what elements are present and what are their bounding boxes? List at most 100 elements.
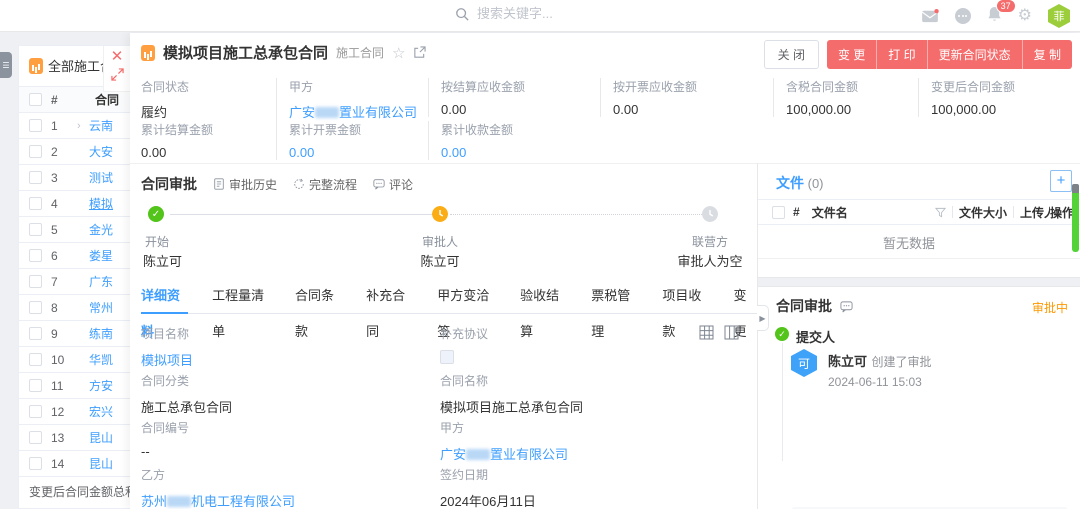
row-checkbox[interactable]: [29, 223, 42, 236]
tab-boq[interactable]: 工程量清单: [212, 278, 271, 314]
files-col-size: 文件大小: [959, 204, 1007, 221]
full-process-link[interactable]: 完整流程: [293, 176, 357, 193]
table-row[interactable]: 5 金光: [19, 217, 130, 243]
notifications[interactable]: 37: [987, 6, 1002, 27]
search-input[interactable]: [477, 6, 627, 21]
tab-terms[interactable]: 合同条款: [295, 278, 342, 314]
table-row[interactable]: 10 华凯: [19, 347, 130, 373]
open-external-icon[interactable]: [413, 46, 426, 59]
party-a-link[interactable]: 广安置业有限公司: [289, 105, 417, 120]
sidebar-expand-handle[interactable]: ☰: [0, 52, 12, 78]
close-button[interactable]: 关 闭: [764, 40, 819, 69]
approval-history-link[interactable]: 审批历史: [213, 176, 277, 193]
page-scrollbar[interactable]: [1072, 184, 1079, 252]
contract-link[interactable]: 昆山: [89, 455, 113, 472]
mail-icon[interactable]: [921, 9, 939, 23]
row-checkbox[interactable]: [29, 379, 42, 392]
print-button[interactable]: 打 印: [876, 40, 926, 69]
table-row[interactable]: 4 模拟: [19, 191, 130, 217]
contract-link[interactable]: 常州: [89, 299, 113, 316]
table-row[interactable]: 6 娄星: [19, 243, 130, 269]
row-checkbox[interactable]: [29, 405, 42, 418]
tab-project-receipt[interactable]: 项目收款: [662, 278, 709, 314]
collapse-right-panel-handle[interactable]: ▶: [757, 305, 769, 331]
close-panel-icon[interactable]: ✕: [111, 46, 124, 68]
tab-detail-info[interactable]: 详细资料: [141, 278, 188, 314]
party-b-link[interactable]: 苏州机电工程有限公司: [141, 494, 295, 509]
change-button[interactable]: 变 更: [827, 40, 876, 69]
row-index: 1: [51, 119, 77, 133]
chat-icon[interactable]: [955, 8, 971, 24]
row-checkbox[interactable]: [29, 171, 42, 184]
contract-link[interactable]: 娄星: [89, 247, 113, 264]
approval-status-badge: 审批中: [1032, 299, 1068, 316]
history-doc-icon: [213, 178, 225, 190]
row-index: 4: [51, 197, 77, 211]
favorite-star-icon[interactable]: ☆: [392, 44, 405, 62]
contract-link-selected[interactable]: 模拟: [89, 195, 113, 212]
row-checkbox[interactable]: [29, 457, 42, 470]
user-avatar[interactable]: 菲: [1048, 4, 1070, 28]
contract-link[interactable]: 金光: [89, 221, 113, 238]
contract-link[interactable]: 测试: [89, 169, 113, 186]
contract-link[interactable]: 昆山: [89, 429, 113, 446]
row-checkbox[interactable]: [29, 275, 42, 288]
table-row[interactable]: 9 练南: [19, 321, 130, 347]
tab-acceptance[interactable]: 验收结算: [520, 278, 567, 314]
expand-panel-icon[interactable]: [111, 68, 124, 81]
select-all-checkbox[interactable]: [29, 93, 42, 106]
row-checkbox[interactable]: [29, 119, 42, 132]
table-row[interactable]: 7 广东: [19, 269, 130, 295]
gear-icon[interactable]: ⚙: [1018, 8, 1032, 24]
tab-change[interactable]: 变更: [733, 278, 757, 314]
copy-button[interactable]: 复 制: [1022, 40, 1072, 69]
row-checkbox[interactable]: [29, 327, 42, 340]
party-a-link[interactable]: 广安置业有限公司: [440, 447, 568, 462]
add-file-button[interactable]: +: [1050, 170, 1072, 192]
contract-link[interactable]: 宏兴: [89, 403, 113, 420]
table-row[interactable]: 3 测试: [19, 165, 130, 191]
comment-bubble-icon[interactable]: [840, 300, 853, 313]
update-status-button[interactable]: 更新合同状态: [927, 40, 1022, 69]
total-received-link[interactable]: 0.00: [441, 145, 466, 160]
files-table-header: # 文件名 文件大小 上传人 操作: [758, 199, 1080, 225]
table-row[interactable]: 13 昆山: [19, 425, 130, 451]
row-checkbox[interactable]: [29, 249, 42, 262]
expand-chevron-icon[interactable]: ›: [77, 120, 89, 132]
row-checkbox[interactable]: [29, 197, 42, 210]
row-checkbox[interactable]: [29, 145, 42, 158]
field-supplement: 补充协议: [440, 325, 488, 364]
contract-link[interactable]: 华凯: [89, 351, 113, 368]
table-row[interactable]: 2 大安: [19, 139, 130, 165]
row-checkbox[interactable]: [29, 353, 42, 366]
tab-supplement[interactable]: 补充合同: [366, 278, 413, 314]
row-index: 5: [51, 223, 77, 237]
row-index: 6: [51, 249, 77, 263]
field-total-settle: 累计结算金额 0.00: [141, 121, 276, 160]
tab-invoice-tax[interactable]: 票税管理: [591, 278, 638, 314]
table-row[interactable]: 1 › 云南: [19, 113, 130, 139]
contract-link[interactable]: 练南: [89, 325, 113, 342]
row-checkbox[interactable]: [29, 431, 42, 444]
comments-link[interactable]: 评论: [373, 176, 413, 193]
supplement-checkbox[interactable]: [440, 350, 454, 364]
contract-link[interactable]: 大安: [89, 143, 113, 160]
row-checkbox[interactable]: [29, 301, 42, 314]
files-select-all-checkbox[interactable]: [772, 206, 785, 219]
redacted-text: [167, 496, 191, 507]
contract-link[interactable]: 云南: [89, 117, 113, 134]
table-row[interactable]: 14 昆山: [19, 451, 130, 477]
grid-view-icon[interactable]: [699, 325, 714, 340]
table-row[interactable]: 8 常州: [19, 295, 130, 321]
table-row[interactable]: 12 宏兴: [19, 399, 130, 425]
global-search[interactable]: [455, 6, 627, 21]
filter-icon[interactable]: [935, 207, 946, 218]
column-settings-icon[interactable]: [724, 325, 739, 340]
contract-link[interactable]: 方安: [89, 377, 113, 394]
tab-party-a-change[interactable]: 甲方变洽签: [437, 278, 496, 314]
total-invoice-link[interactable]: 0.00: [289, 145, 314, 160]
field-recv-by-settle: 按结算应收金额 0.00: [428, 78, 600, 117]
contract-link[interactable]: 广东: [89, 273, 113, 290]
project-link[interactable]: 模拟项目: [141, 353, 193, 368]
table-row[interactable]: 11 方安: [19, 373, 130, 399]
